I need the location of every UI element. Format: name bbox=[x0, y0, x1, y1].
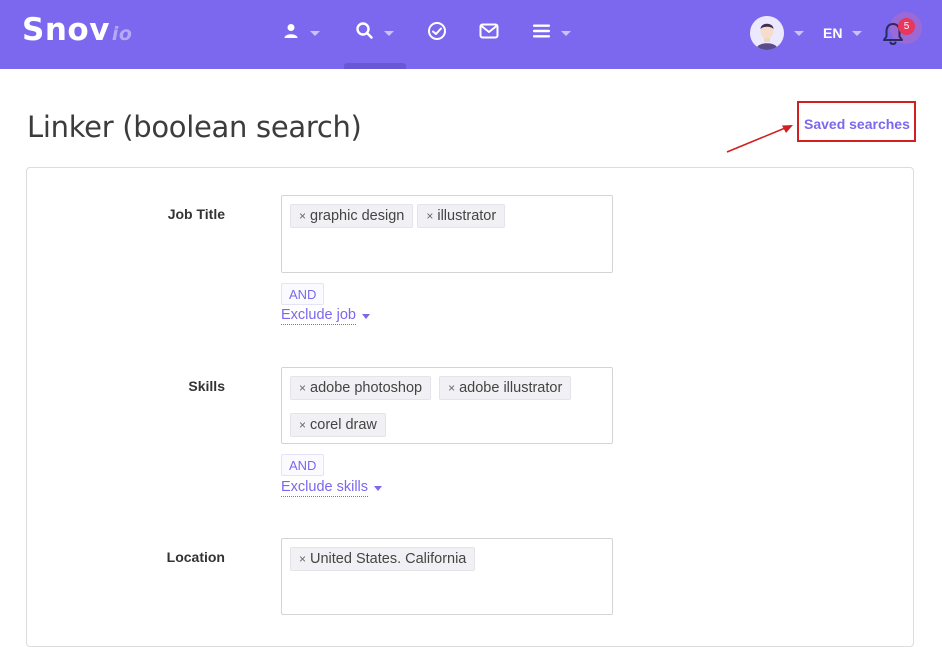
page-title: Linker (boolean search) bbox=[27, 110, 362, 144]
mail-icon bbox=[479, 22, 499, 45]
tag-chip: × adobe photoshop bbox=[290, 376, 432, 400]
check-circle-icon bbox=[427, 21, 447, 46]
remove-tag-icon[interactable]: × bbox=[299, 209, 306, 223]
job-title-label: Job Title bbox=[167, 206, 225, 222]
remove-tag-icon[interactable]: × bbox=[299, 381, 306, 395]
location-input[interactable]: × United States. California bbox=[281, 538, 613, 615]
tag-chip: × illustrator bbox=[417, 204, 506, 228]
avatar bbox=[750, 16, 784, 50]
and-operator-badge: AND bbox=[281, 454, 325, 476]
tag-chip: × graphic design bbox=[290, 204, 414, 228]
nav-more-menu[interactable] bbox=[532, 18, 571, 48]
chevron-down-icon bbox=[794, 30, 804, 36]
nav-active-indicator bbox=[344, 63, 406, 69]
nav-people-menu[interactable] bbox=[282, 18, 320, 48]
top-navbar: Snov io EN 5 bbox=[0, 0, 942, 69]
nav-tasks[interactable] bbox=[427, 18, 447, 48]
remove-tag-icon[interactable]: × bbox=[299, 552, 306, 566]
annotation-arrow bbox=[726, 125, 793, 153]
remove-tag-icon[interactable]: × bbox=[448, 381, 455, 395]
skills-label: Skills bbox=[188, 378, 225, 394]
profile-menu[interactable] bbox=[750, 16, 804, 50]
language-label: EN bbox=[823, 25, 843, 41]
chevron-down-icon bbox=[852, 30, 863, 36]
exclude-skills-label: Exclude skills bbox=[281, 479, 369, 497]
tag-chip: × adobe illustrator bbox=[439, 376, 572, 400]
exclude-job-dropdown[interactable]: Exclude job bbox=[281, 307, 370, 325]
user-icon bbox=[282, 22, 300, 45]
tag-label: corel draw bbox=[310, 417, 377, 433]
chevron-down-icon bbox=[374, 485, 383, 491]
logo[interactable]: Snov io bbox=[22, 12, 132, 48]
search-icon bbox=[355, 21, 374, 45]
chevron-down-icon bbox=[310, 30, 320, 36]
tag-chip: × United States. California bbox=[290, 547, 476, 571]
logo-suffix: io bbox=[111, 23, 133, 45]
tag-label: graphic design bbox=[310, 208, 405, 224]
exclude-job-label: Exclude job bbox=[281, 307, 356, 325]
menu-icon bbox=[532, 23, 551, 44]
remove-tag-icon[interactable]: × bbox=[299, 418, 306, 432]
tag-label: illustrator bbox=[437, 208, 497, 224]
location-label: Location bbox=[166, 549, 225, 565]
tag-chip: × corel draw bbox=[290, 413, 386, 437]
notification-count-badge: 5 bbox=[898, 18, 915, 35]
chevron-down-icon bbox=[384, 30, 394, 36]
chevron-down-icon bbox=[561, 30, 571, 36]
skills-input[interactable]: × adobe photoshop × adobe illustrator × corel… bbox=[281, 367, 613, 444]
saved-searches-link[interactable]: Saved searches bbox=[804, 116, 910, 132]
logo-text: Snov bbox=[22, 12, 110, 48]
tag-label: adobe photoshop bbox=[310, 380, 423, 396]
notifications-button[interactable]: 5 bbox=[876, 12, 922, 52]
nav-mail[interactable] bbox=[479, 18, 499, 48]
chevron-down-icon bbox=[361, 313, 370, 319]
and-operator-badge: AND bbox=[281, 283, 325, 305]
exclude-skills-dropdown[interactable]: Exclude skills bbox=[281, 479, 383, 497]
tag-label: United States. California bbox=[310, 551, 467, 567]
tag-label: adobe illustrator bbox=[459, 380, 563, 396]
language-selector[interactable]: EN bbox=[823, 18, 863, 48]
job-title-input[interactable]: × graphic design × illustrator bbox=[281, 195, 613, 273]
nav-search-menu[interactable] bbox=[355, 18, 394, 48]
remove-tag-icon[interactable]: × bbox=[426, 209, 433, 223]
